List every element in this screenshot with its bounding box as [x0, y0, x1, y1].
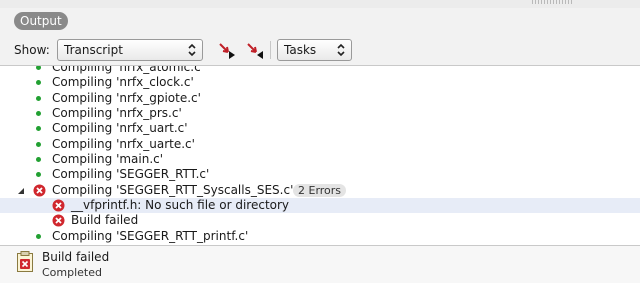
error-icon	[33, 184, 46, 197]
success-dot-icon	[36, 172, 41, 177]
log-row-text: Compiling 'nrfx_uarte.c'	[52, 137, 195, 151]
log-row[interactable]: Compiling 'nrfx_atomic.c'	[0, 65, 640, 75]
next-error-button[interactable]	[217, 41, 237, 61]
log-row-text: Compiling 'nrfx_prs.c'	[52, 106, 182, 120]
toolbar-separator	[270, 41, 271, 59]
log-row[interactable]: Compiling 'SEGGER_RTT_printf.c'	[0, 229, 640, 244]
log-row[interactable]: Compiling 'nrfx_clock.c'	[0, 75, 640, 90]
build-failed-icon	[17, 251, 33, 272]
log-row-text: Compiling 'SEGGER_RTT_printf.c'	[52, 229, 249, 243]
log-row[interactable]: Compiling 'nrfx_uarte.c'	[0, 137, 640, 152]
log-row-text: Compiling 'nrfx_gpiote.c'	[52, 91, 201, 105]
updown-arrows-icon	[337, 43, 345, 57]
success-dot-icon	[36, 111, 41, 116]
log-row[interactable]: Compiling 'nrfx_gpiote.c'	[0, 91, 640, 106]
success-dot-icon	[36, 234, 41, 239]
success-dot-icon	[36, 66, 41, 70]
status-subtitle: Completed	[42, 266, 102, 279]
log-row-text: Compiling 'SEGGER_RTT_Syscalls_SES.c'	[52, 183, 294, 197]
show-select[interactable]: Transcript	[57, 39, 203, 61]
error-icon	[52, 199, 65, 212]
log-row[interactable]: Compiling 'nrfx_prs.c'	[0, 106, 640, 121]
log-row-text: Compiling 'nrfx_uart.c'	[52, 121, 188, 135]
log-row-text: Compiling 'nrfx_clock.c'	[52, 75, 194, 89]
log-row[interactable]: Compiling 'main.c'	[0, 152, 640, 167]
updown-arrows-icon	[188, 43, 196, 57]
error-count-badge: 2 Errors	[293, 184, 347, 197]
error-icon	[52, 214, 65, 227]
tasks-select[interactable]: Tasks	[277, 39, 352, 61]
status-bar: Build failed Completed	[0, 245, 640, 283]
previous-error-button[interactable]	[245, 41, 265, 61]
expanded-triangle-icon[interactable]	[16, 186, 26, 196]
output-pane-title: Output	[14, 12, 68, 30]
output-toolbar: Show: Transcript Tasks	[0, 37, 640, 64]
log-row-text: Compiling 'main.c'	[52, 152, 164, 166]
tasks-select-value: Tasks	[284, 43, 317, 57]
success-dot-icon	[36, 157, 41, 162]
show-label: Show:	[14, 43, 50, 57]
log-row-text: Build failed	[71, 213, 139, 227]
next-error-icon	[219, 43, 235, 59]
log-row-error-child[interactable]: Build failed	[0, 213, 640, 228]
success-dot-icon	[36, 96, 41, 101]
log-row-error[interactable]: Compiling 'SEGGER_RTT_Syscalls_SES.c' 2 …	[0, 183, 640, 198]
log-row-error-child[interactable]: __vfprintf.h: No such file or directory	[0, 198, 640, 213]
success-dot-icon	[36, 126, 41, 131]
log-row[interactable]: Compiling 'nrfx_uart.c'	[0, 121, 640, 136]
log-row[interactable]: Compiling 'SEGGER_RTT.c'	[0, 167, 640, 182]
log-row-text: Compiling 'SEGGER_RTT.c'	[52, 167, 210, 181]
output-log-list[interactable]: Compiling 'nrfx_atomic.c' Compiling 'nrf…	[0, 65, 640, 245]
success-dot-icon	[36, 80, 41, 85]
show-select-value: Transcript	[64, 43, 123, 57]
success-dot-icon	[36, 142, 41, 147]
resize-grip[interactable]	[532, 0, 572, 4]
log-row-text: Compiling 'nrfx_atomic.c'	[52, 65, 204, 74]
log-row-text: __vfprintf.h: No such file or directory	[71, 198, 290, 212]
previous-error-icon	[247, 43, 263, 59]
status-title: Build failed	[42, 250, 110, 264]
